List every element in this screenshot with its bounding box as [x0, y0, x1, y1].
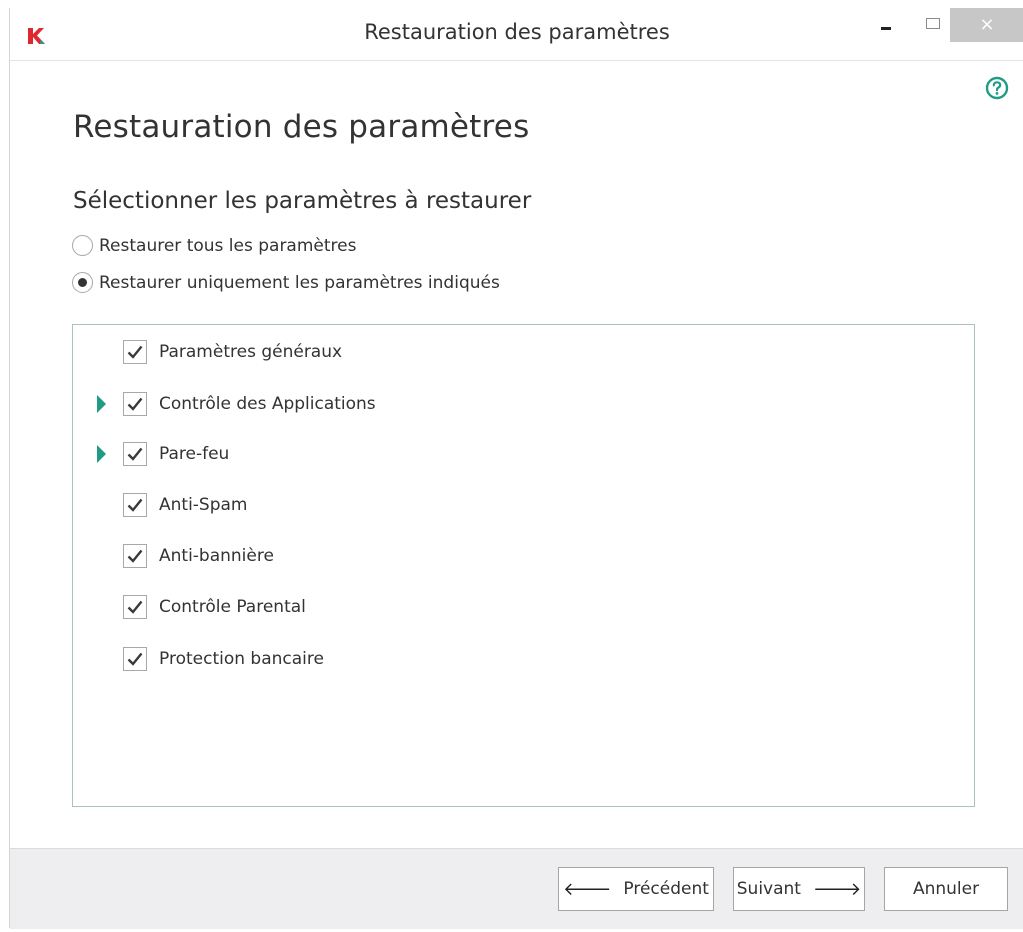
wizard-content: Restauration des paramètres Sélectionner… [10, 60, 1023, 849]
restore-selected-radio[interactable]: Restaurer uniquement les paramètres indi… [72, 272, 500, 293]
checkbox-general-settings[interactable] [123, 340, 147, 364]
expand-arrow-icon[interactable] [97, 395, 106, 413]
cancel-button[interactable]: Annuler [884, 867, 1008, 911]
checkmark-icon [127, 397, 143, 411]
checkmark-icon [127, 345, 143, 359]
tree-item-label: Contrôle Parental [159, 597, 306, 617]
checkbox-anti-spam[interactable] [123, 493, 147, 517]
tree-item-label: Anti-bannière [159, 546, 274, 566]
cancel-button-label: Annuler [912, 879, 980, 899]
tree-item-label: Anti-Spam [159, 495, 248, 515]
close-icon: × [979, 14, 995, 35]
page-title: Restauration des paramètres [73, 109, 530, 145]
radio-dot-icon [78, 278, 87, 287]
checkmark-icon [127, 498, 143, 512]
restore-all-radio[interactable]: Restaurer tous les paramètres [72, 235, 356, 256]
help-icon[interactable] [985, 76, 1009, 100]
section-subtitle: Sélectionner les paramètres à restaurer [73, 188, 532, 214]
maximize-icon [926, 17, 940, 29]
tree-item-label: Pare-feu [159, 444, 230, 464]
tree-item-label: Contrôle des Applications [159, 394, 376, 414]
minimize-button[interactable] [866, 8, 906, 42]
minimize-icon [881, 26, 891, 30]
checkbox-application-control[interactable] [123, 392, 147, 416]
previous-button-label: Précédent [623, 879, 709, 899]
next-button[interactable]: Suivant 🡒 [733, 867, 865, 911]
close-button[interactable]: × [950, 8, 1023, 42]
tree-item-label: Protection bancaire [159, 649, 324, 669]
radio-button-unselected[interactable] [72, 235, 93, 256]
checkmark-icon [127, 549, 143, 563]
checkmark-icon [127, 652, 143, 666]
next-button-label: Suivant [736, 879, 801, 899]
restore-settings-window: Restauration des paramètres × Restaurati… [9, 8, 1023, 929]
previous-button[interactable]: 🡐 Précédent [558, 867, 714, 911]
maximize-button[interactable] [913, 8, 953, 42]
restore-all-label: Restaurer tous les paramètres [99, 235, 357, 256]
radio-button-selected[interactable] [72, 272, 93, 293]
checkbox-safe-money[interactable] [123, 647, 147, 671]
title-bar[interactable]: Restauration des paramètres × [10, 8, 1023, 60]
checkmark-icon [127, 600, 143, 614]
arrow-left-icon: 🡐 [563, 878, 612, 900]
restore-selected-label: Restaurer uniquement les paramètres indi… [99, 272, 500, 293]
checkbox-firewall[interactable] [123, 442, 147, 466]
settings-tree-list: Paramètres généraux Contrôle des Applica… [72, 324, 975, 807]
expand-arrow-icon[interactable] [97, 445, 106, 463]
wizard-footer: 🡐 Précédent Suivant 🡒 Annuler [10, 848, 1023, 929]
checkbox-anti-banner[interactable] [123, 544, 147, 568]
checkmark-icon [127, 447, 143, 461]
checkbox-parental-control[interactable] [123, 595, 147, 619]
tree-item-label: Paramètres généraux [159, 342, 343, 362]
arrow-right-icon: 🡒 [812, 878, 862, 900]
